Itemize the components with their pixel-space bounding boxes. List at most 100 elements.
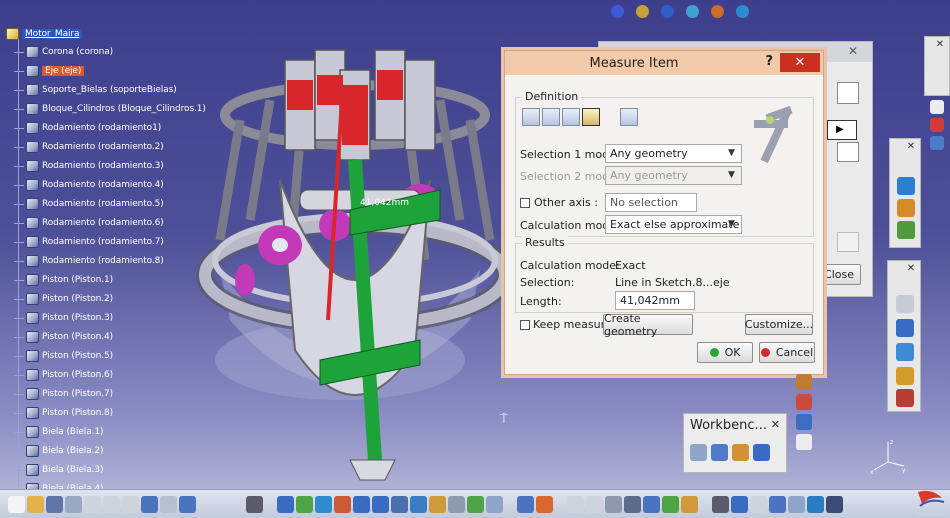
- fit-tool-icon[interactable]: [897, 221, 915, 239]
- selection-2-mode-select[interactable]: Any geometry ▼: [605, 166, 742, 185]
- measure-between-icon[interactable]: [522, 108, 540, 126]
- normal-view-icon[interactable]: [391, 495, 408, 513]
- workbench-kinematics-icon[interactable]: [753, 444, 770, 461]
- rotate-view-icon[interactable]: [608, 2, 627, 21]
- tree-item[interactable]: Piston (Piston.8): [14, 405, 113, 421]
- measure-fan-icon[interactable]: [562, 108, 580, 126]
- colorwheel-icon[interactable]: [930, 118, 944, 132]
- tree-item[interactable]: Piston (Piston.4): [14, 329, 113, 345]
- cancel-button[interactable]: Cancel: [759, 342, 815, 363]
- selection-1-mode-select[interactable]: Any geometry ▼: [605, 144, 742, 163]
- tree-item[interactable]: Piston (Piston.3): [14, 310, 113, 326]
- catalog-icon[interactable]: [643, 495, 660, 513]
- new-file-icon[interactable]: [8, 495, 25, 513]
- calculation-mode-select[interactable]: Exact else approximate ▼: [605, 215, 742, 234]
- table-icon[interactable]: [624, 495, 641, 513]
- render-style-icon[interactable]: [429, 495, 446, 513]
- palette-close-icon[interactable]: ✕: [933, 39, 947, 53]
- material-icon[interactable]: [486, 495, 503, 513]
- tree-item[interactable]: Rodamiento (rodamiento.7): [14, 234, 164, 250]
- multi-gear-tool-icon[interactable]: [897, 199, 915, 217]
- bounding-icon[interactable]: [826, 495, 843, 513]
- iso-view-icon[interactable]: [410, 495, 427, 513]
- fix-together-icon[interactable]: [683, 2, 702, 21]
- tools-icon[interactable]: [896, 389, 914, 407]
- swap-visible-icon[interactable]: [467, 495, 484, 513]
- search-tool-icon[interactable]: [896, 295, 914, 313]
- assembly-constraint-icon[interactable]: [633, 2, 652, 21]
- cut-icon[interactable]: [84, 495, 101, 513]
- redo-icon[interactable]: [160, 495, 177, 513]
- tree-item[interactable]: Rodamiento (rodamiento.4): [14, 177, 164, 193]
- palette-close-icon[interactable]: ✕: [904, 263, 918, 277]
- fit-all-icon[interactable]: [296, 495, 313, 513]
- zoom-in-icon[interactable]: [353, 495, 370, 513]
- customize-button[interactable]: Customize...: [745, 314, 813, 335]
- whats-this-icon[interactable]: [179, 495, 196, 513]
- hide-show-icon[interactable]: [448, 495, 465, 513]
- camera-icon[interactable]: [246, 495, 263, 513]
- background-combo-2[interactable]: [837, 142, 859, 162]
- tree-item[interactable]: Rodamiento (rodamiento.5): [14, 196, 164, 212]
- ok-button[interactable]: OK: [697, 342, 753, 363]
- properties-icon[interactable]: [605, 495, 622, 513]
- tree-item[interactable]: Rodamiento (rodamiento.8): [14, 253, 164, 269]
- workbench-close-icon[interactable]: ✕: [771, 418, 780, 431]
- tree-item[interactable]: Piston (Piston.2): [14, 291, 113, 307]
- hand-tool-icon[interactable]: [896, 367, 914, 385]
- tree-item[interactable]: Rodamiento (rodamiento1): [14, 120, 161, 136]
- dialog-close-button[interactable]: ✕: [780, 53, 820, 72]
- comment-icon[interactable]: [586, 495, 603, 513]
- tree-item[interactable]: Biela (Biela.2): [14, 443, 104, 459]
- measure-tool-icon[interactable]: [896, 343, 914, 361]
- knowledge-icon[interactable]: [662, 495, 679, 513]
- background-combo[interactable]: [837, 82, 859, 104]
- print-icon[interactable]: [65, 495, 82, 513]
- sectioning-icon[interactable]: [788, 495, 805, 513]
- workbench-gear-icon[interactable]: [690, 444, 707, 461]
- distance-icon[interactable]: [807, 495, 824, 513]
- workbench-part-icon[interactable]: [732, 444, 749, 461]
- tree-root-node[interactable]: Motor_Maira: [6, 26, 83, 42]
- measure-between-toolbar-icon[interactable]: [517, 495, 534, 513]
- 3d-viewport-model[interactable]: 41,042mm: [190, 20, 550, 490]
- compass-icon[interactable]: z x y: [868, 436, 908, 476]
- swirl-tool-icon[interactable]: [897, 177, 915, 195]
- filter-tool-icon[interactable]: [896, 319, 914, 337]
- measure-item-toolbar-icon[interactable]: [536, 495, 553, 513]
- axis-icon[interactable]: [796, 434, 812, 450]
- fly-mode-icon[interactable]: [277, 495, 294, 513]
- save-icon[interactable]: [46, 495, 63, 513]
- tree-item[interactable]: Bloque_Cilindros (Bloque_Cilindros.1): [14, 101, 206, 117]
- measure-thickness-icon[interactable]: [620, 108, 638, 126]
- pan-icon[interactable]: [315, 495, 332, 513]
- background-play-button[interactable]: ▶: [827, 120, 857, 140]
- clash-icon[interactable]: [769, 495, 786, 513]
- specification-tree[interactable]: Motor_Maira Corona (corona) Eje (eje) Sopo…: [0, 22, 220, 495]
- formula-icon[interactable]: [567, 495, 584, 513]
- layers-icon[interactable]: [930, 136, 944, 150]
- zoom-out-icon[interactable]: [372, 495, 389, 513]
- background-combo-3[interactable]: [837, 232, 859, 252]
- tree-item[interactable]: Biela (Biela.1): [14, 424, 104, 440]
- constraint-icon-2[interactable]: [796, 394, 812, 410]
- measure-chain-icon[interactable]: [542, 108, 560, 126]
- tree-item[interactable]: Biela (Biela.3): [14, 462, 104, 478]
- rotate-icon[interactable]: [334, 495, 351, 513]
- keep-measure-checkbox[interactable]: [520, 320, 530, 330]
- constraint-icon-1[interactable]: [796, 374, 812, 390]
- space-analysis-icon[interactable]: [750, 495, 767, 513]
- other-axis-checkbox[interactable]: [520, 198, 530, 208]
- tree-item[interactable]: Piston (Piston.6): [14, 367, 113, 383]
- other-axis-field[interactable]: No selection: [605, 193, 697, 212]
- kinematics-icon[interactable]: [731, 495, 748, 513]
- measure-item-icon[interactable]: [582, 108, 600, 126]
- paste-icon[interactable]: [122, 495, 139, 513]
- update-icon[interactable]: [733, 2, 752, 21]
- rule-icon[interactable]: [681, 495, 698, 513]
- tree-item[interactable]: Rodamiento (rodamiento.6): [14, 215, 164, 231]
- snap-icon[interactable]: [712, 495, 729, 513]
- workbench-assembly-icon[interactable]: [711, 444, 728, 461]
- constraint-icon-3[interactable]: [796, 414, 812, 430]
- tree-item[interactable]: Piston (Piston.1): [14, 272, 113, 288]
